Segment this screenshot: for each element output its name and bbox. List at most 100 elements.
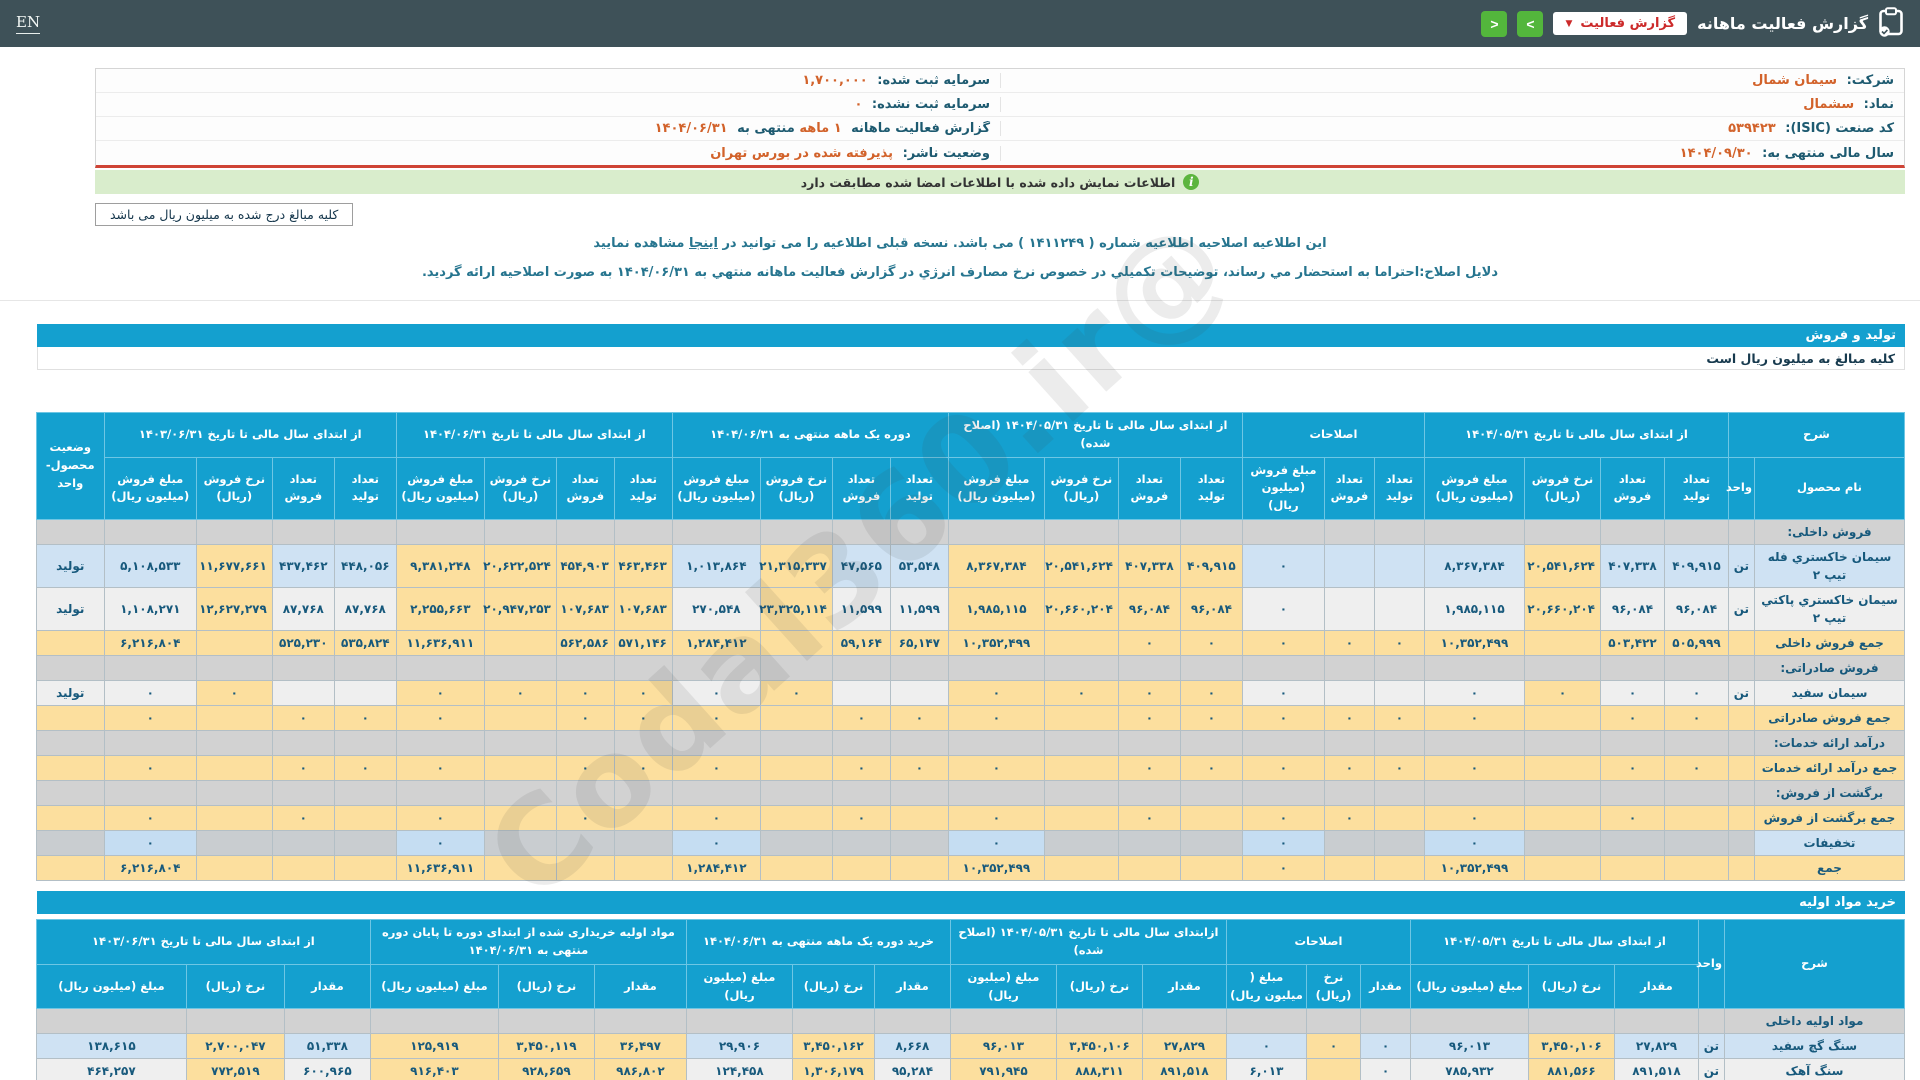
value-cell: ۰ [1179,630,1243,657]
value-cell: ۲۳,۳۲۵,۱۱۴ [759,587,833,632]
value-cell [195,805,273,832]
value-cell: ۸,۳۶۷,۳۸۴ [947,544,1045,589]
value-cell [1523,805,1601,832]
value-cell: ۴۰۷,۳۳۸ [1117,544,1181,589]
column-group-header: از ابتدای سال مالی تا تاریخ ۱۴۰۴/۰۵/۳۱ [1423,412,1729,458]
value-cell: ۰ [1241,830,1325,857]
info-row: شرکت: سیمان شمال سرمایه ثبت شده: ۱,۷۰۰,۰… [96,69,1904,93]
value-cell: ۰ [1423,830,1525,857]
value-cell: ۰ [1599,805,1665,832]
column-header: نرخ (ریال) [185,963,285,1010]
value-cell [831,730,891,757]
value-cell: ۹۲۸,۶۵۹ [497,1058,595,1080]
value-cell: ۰ [271,705,335,732]
value-cell: ۰ [103,830,197,857]
status-cell [35,630,105,657]
value-cell [1599,855,1665,882]
value-cell [195,519,273,546]
value-cell [889,780,949,807]
value-cell [483,730,557,757]
unit-cell [1727,730,1756,757]
report-type-dropdown[interactable]: گزارش فعالیت ▼ [1553,12,1688,35]
value-cell: ۲۷,۸۲۹ [1614,1033,1699,1060]
value-cell [103,730,197,757]
value-cell: ۱۱,۵۹۹ [889,587,949,632]
value-cell [685,1008,793,1035]
value-cell [1663,780,1729,807]
top-bar: گزارش فعالیت ماهانه گزارش فعالیت ▼ > < E… [0,0,1920,47]
value-cell [947,780,1045,807]
amounts-spacer [353,203,1825,226]
value-cell: ۱,۹۸۵,۱۱۵ [947,587,1045,632]
column-header: تعداد تولید [613,456,673,521]
value-cell [271,855,335,882]
value-cell: ۰ [889,755,949,782]
value-cell [1373,805,1425,832]
value-cell [1599,655,1665,682]
value-cell: ۰ [671,755,761,782]
column-header: تعداد تولید [889,456,949,521]
value-cell: ۳۶,۴۹۷ [593,1033,687,1060]
column-header: تعداد تولید [333,456,397,521]
value-cell [333,519,397,546]
status-cell [35,830,105,857]
column-header: نرخ فروش (ریال) [195,456,273,521]
column-header: تعداد فروش [1599,456,1665,521]
value-cell: ۴۳۷,۴۶۲ [271,544,335,589]
value-cell [497,1008,595,1035]
info-cell: سرمایه ثبت نشده: ۰ [96,97,1000,112]
value-cell [1241,655,1325,682]
column-group-header: ازابتدای سال مالی تا تاریخ ۱۴۰۴/۰۵/۳۱ (ا… [949,919,1227,965]
value-cell [791,1008,875,1035]
correction-notice: این اطلاعیه اصلاحیه اطلاعیه شماره ( ۱۴۱۱… [0,236,1920,251]
column-header: مبلغ (میلیون ریال) [369,963,499,1010]
value-cell: ۰ [1117,680,1181,707]
value-cell: ۰ [1179,680,1243,707]
unit-cell [1727,655,1756,682]
value-cell [1528,1008,1615,1035]
value-cell [1323,730,1375,757]
column-group-header: شرح [1727,412,1906,458]
value-cell: ۱۱,۶۳۶,۹۱۱ [395,630,485,657]
next-report-button[interactable]: > [1517,10,1544,37]
value-cell: ۵۳۵,۸۲۴ [333,630,397,657]
unit-cell [1727,830,1756,857]
unit-cell [1698,1008,1725,1035]
value-cell [1179,655,1243,682]
value-cell: ۰ [1305,1033,1361,1060]
value-cell [947,655,1045,682]
value-cell [1614,1008,1699,1035]
column-header: نرخ فروش (ریال) [1523,456,1601,521]
value-cell: ۰ [1241,587,1325,632]
value-cell: ۰ [103,705,197,732]
section-row: مواد اولیه داخلی [35,1008,1905,1035]
value-cell: ۳,۴۵۰,۱۶۲ [791,1033,875,1060]
info-value: ۱۴۰۴/۰۹/۳۰ [1679,145,1753,161]
value-cell: ۵۰۳,۴۲۲ [1599,630,1665,657]
info-value: ۱۴۰۴/۰۶/۳۱ [654,121,728,136]
previous-report-button[interactable]: < [1481,10,1508,37]
value-cell [283,1008,371,1035]
value-cell: ۲۷۰,۵۴۸ [671,587,761,632]
value-cell: ۰ [1663,680,1729,707]
value-cell: ۱۰۷,۶۸۳ [613,587,673,632]
column-group-header: واحد [1696,919,1725,1010]
value-cell [483,830,557,857]
value-cell: ۳,۴۵۰,۱۰۶ [1528,1033,1615,1060]
value-cell: ۰ [1225,1033,1307,1060]
value-cell: ۰ [483,680,557,707]
previous-version-link[interactable]: اینجا [689,236,718,251]
info-label: منتهی به [732,121,795,136]
banner-text: اطلاعات نمایش داده شده با اطلاعات امضا ش… [800,174,1176,190]
value-cell [1117,519,1181,546]
value-cell [1663,519,1729,546]
info-label: کد صنعت (ISIC): [1780,121,1894,136]
info-label: شرکت: [1842,73,1894,88]
value-cell: ۰ [947,805,1045,832]
value-cell: ۱,۲۸۴,۴۱۲ [671,855,761,882]
column-header: نرخ فروش (ریال) [759,456,833,521]
company-info-table: شرکت: سیمان شمال سرمایه ثبت شده: ۱,۷۰۰,۰… [95,68,1905,168]
value-cell [1323,830,1375,857]
language-switch-en[interactable]: EN [16,13,41,34]
value-cell [1241,730,1325,757]
